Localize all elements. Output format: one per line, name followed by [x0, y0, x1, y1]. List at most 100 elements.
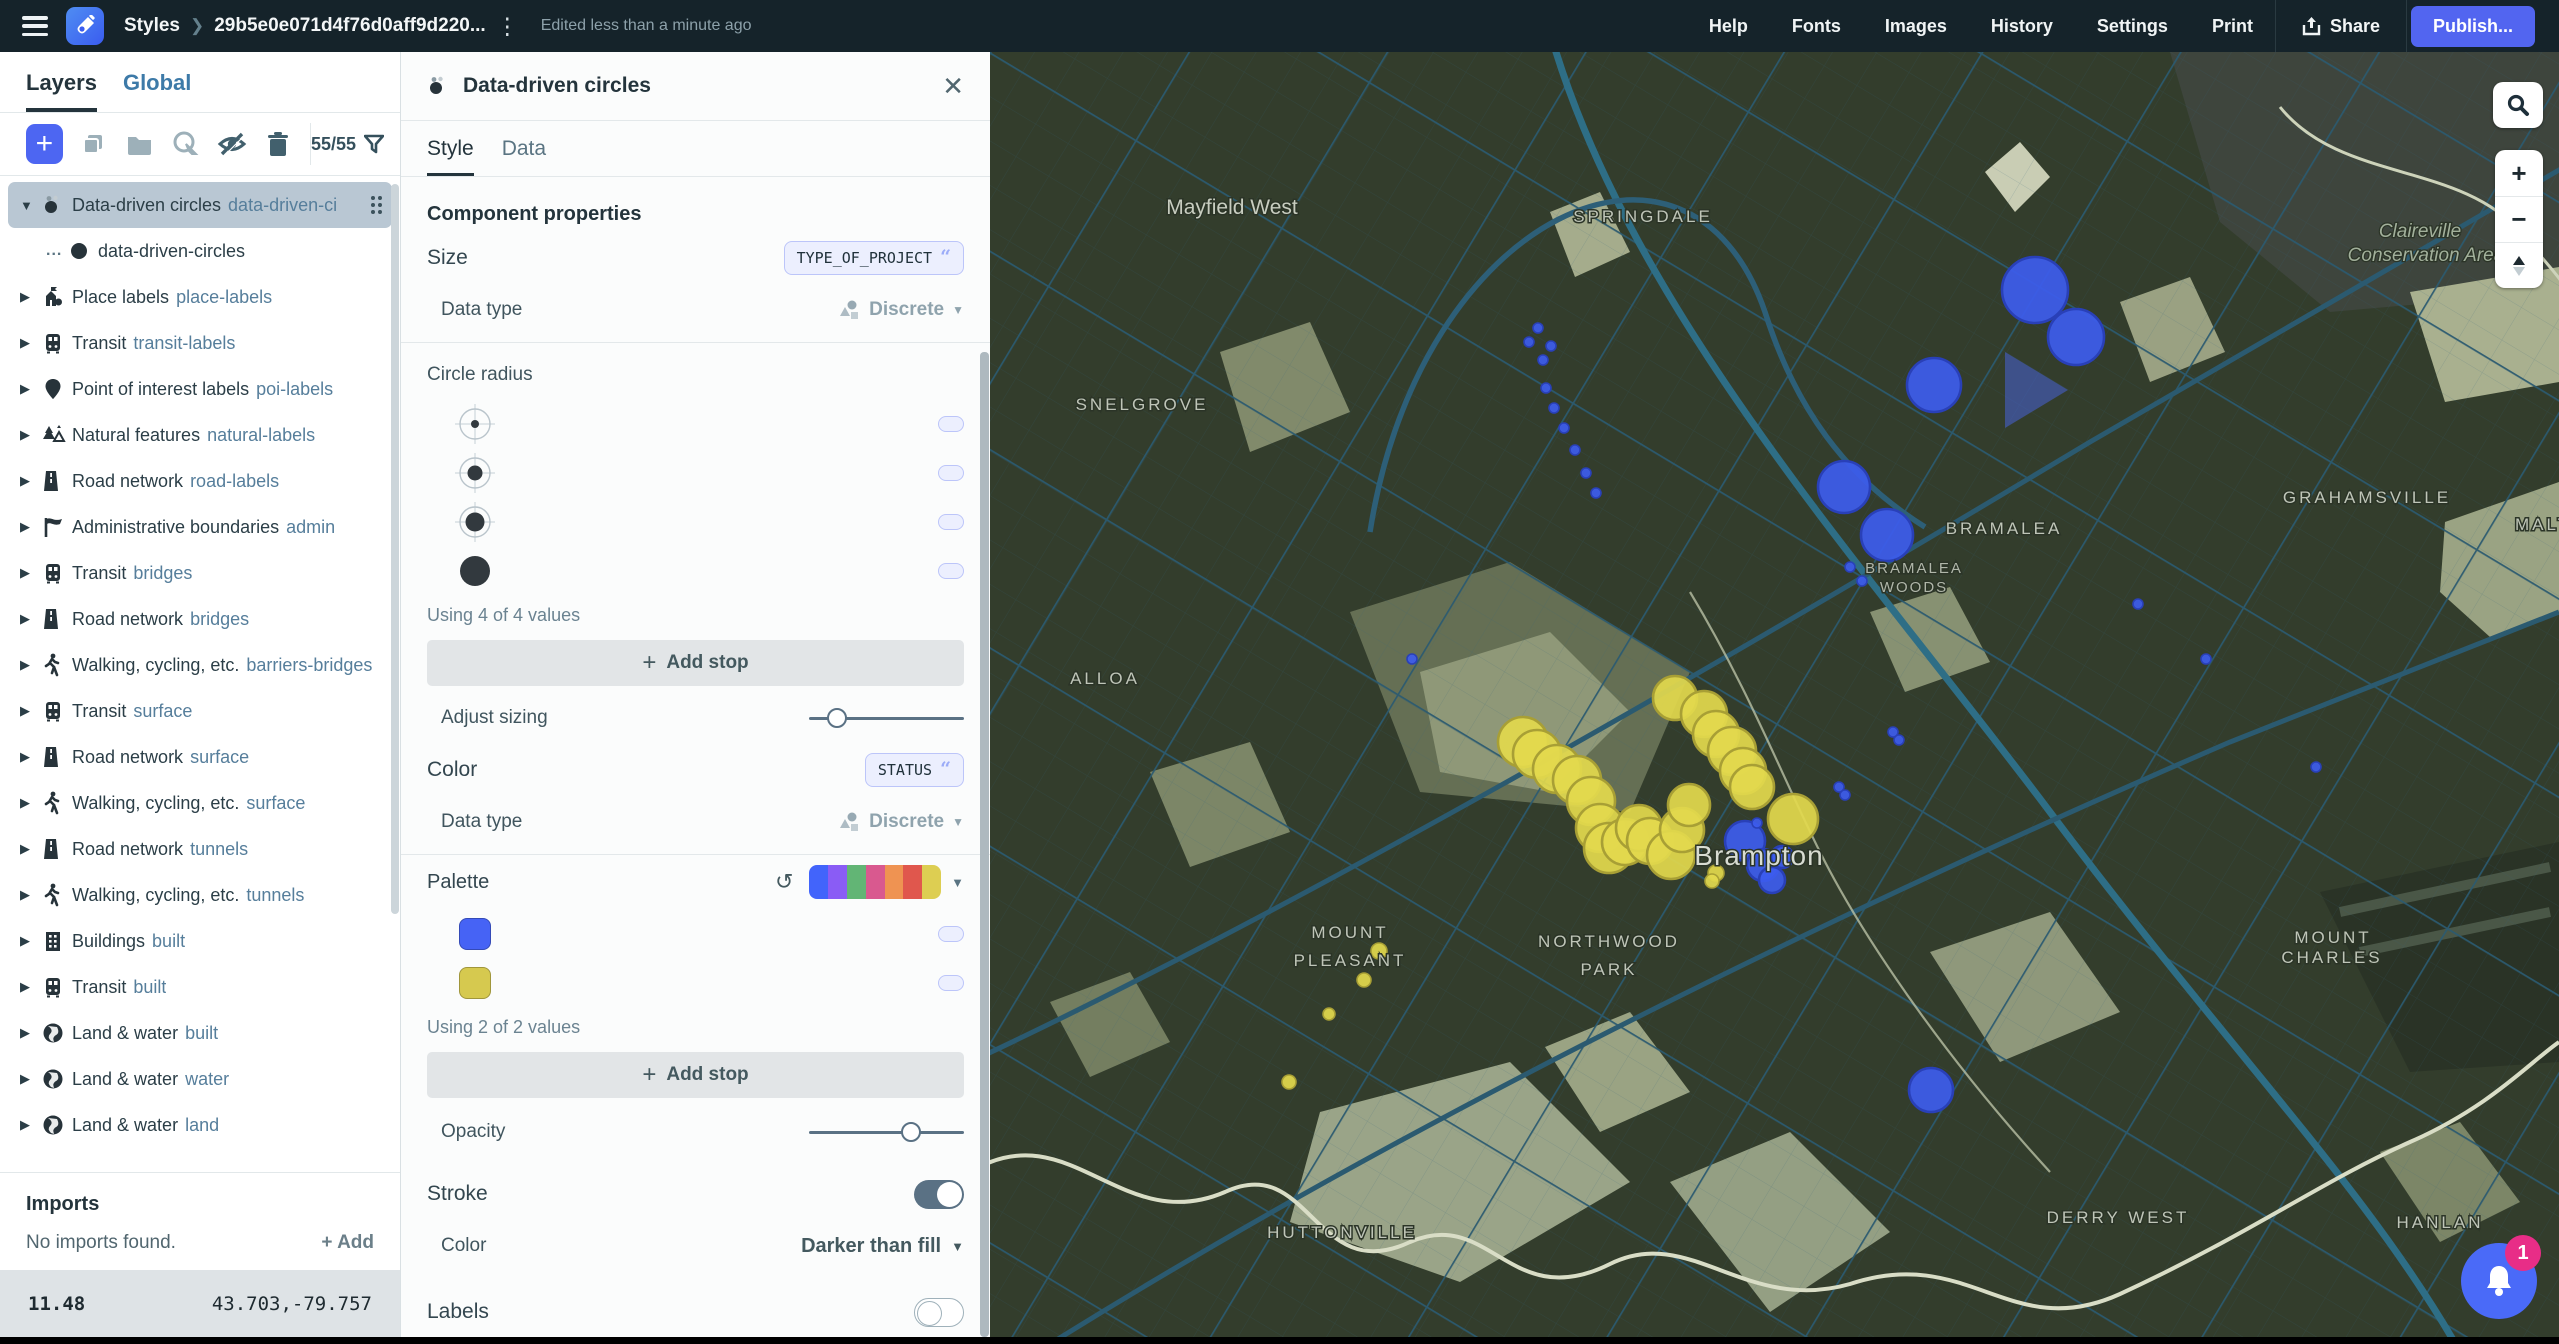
- nav-item-help[interactable]: Help: [1687, 16, 1770, 37]
- tab-layers[interactable]: Layers: [26, 70, 97, 112]
- palette-stop-value-chip[interactable]: [938, 975, 964, 991]
- radius-stop-value-chip[interactable]: [938, 465, 964, 481]
- caret-right-icon[interactable]: ▶: [20, 749, 42, 765]
- layer-row-place-labels[interactable]: ▶Place labelsplace-labels: [8, 274, 392, 320]
- map-search-button[interactable]: [2493, 82, 2543, 128]
- delete-layer-icon[interactable]: [263, 131, 294, 158]
- layer-row-tunnels[interactable]: ▶Road networktunnels: [8, 826, 392, 872]
- map-data-circle-archive[interactable]: [1705, 874, 1719, 888]
- layer-row-data-driven-circles[interactable]: ...data-driven-circles: [8, 228, 392, 274]
- compass-bearing-button[interactable]: [2495, 242, 2543, 288]
- layer-row-data-driven-ci[interactable]: ▼Data-driven circlesdata-driven-ci: [8, 182, 392, 228]
- hamburger-menu-icon[interactable]: [22, 16, 48, 36]
- radius-stop-value-chip[interactable]: [938, 514, 964, 530]
- caret-right-icon[interactable]: ▶: [20, 795, 42, 811]
- caret-right-icon[interactable]: ▶: [20, 887, 42, 903]
- nav-item-images[interactable]: Images: [1863, 16, 1969, 37]
- close-panel-icon[interactable]: ✕: [942, 73, 964, 99]
- caret-right-icon[interactable]: ▶: [20, 1025, 42, 1041]
- caret-down-icon[interactable]: ▼: [20, 198, 42, 213]
- layer-row-tunnels[interactable]: ▶Walking, cycling, etc.tunnels: [8, 872, 392, 918]
- map-data-circle-in-progress[interactable]: [1909, 1068, 1953, 1112]
- adjust-sizing-knob[interactable]: [827, 708, 847, 728]
- map-data-circle-in-progress[interactable]: [1845, 562, 1855, 572]
- add-radius-stop-button[interactable]: +Add stop: [427, 640, 964, 686]
- color-swatch[interactable]: [459, 967, 491, 999]
- layer-row-land[interactable]: ▶Land & waterland: [8, 1102, 392, 1148]
- caret-right-icon[interactable]: ▶: [20, 703, 42, 719]
- layer-row-built[interactable]: ▶Buildingsbuilt: [8, 918, 392, 964]
- map-data-circle-in-progress[interactable]: [1752, 818, 1762, 828]
- add-palette-stop-button[interactable]: +Add stop: [427, 1052, 964, 1098]
- map-data-circle-archive[interactable]: [1668, 784, 1710, 826]
- map-data-circle-in-progress[interactable]: [2002, 257, 2068, 323]
- breadcrumb-style-id[interactable]: 29b5e0e071d4f76d0aff9d220...: [214, 15, 485, 37]
- map-data-circle-in-progress[interactable]: [1591, 488, 1601, 498]
- size-data-type-select[interactable]: Discrete▼: [837, 298, 964, 322]
- palette-stop-value-chip[interactable]: [938, 926, 964, 942]
- tab-global[interactable]: Global: [123, 70, 191, 112]
- map-data-circle-in-progress[interactable]: [1538, 355, 1548, 365]
- layer-row-poi-labels[interactable]: ▶Point of interest labelspoi-labels: [8, 366, 392, 412]
- map-data-circle-in-progress[interactable]: [2201, 654, 2211, 664]
- layer-row-road-labels[interactable]: ▶Road networkroad-labels: [8, 458, 392, 504]
- radius-preview-icon[interactable]: [453, 402, 497, 446]
- map-data-circle-in-progress[interactable]: [1559, 423, 1569, 433]
- zoom-out-button[interactable]: −: [2495, 196, 2543, 242]
- caret-right-icon[interactable]: ▶: [20, 289, 42, 305]
- caret-right-icon[interactable]: ▶: [20, 519, 42, 535]
- stroke-color-select[interactable]: Darker than fill▼: [801, 1235, 964, 1258]
- caret-right-icon[interactable]: ▶: [20, 657, 42, 673]
- map-data-circle-in-progress[interactable]: [2311, 762, 2321, 772]
- group-folder-icon[interactable]: [124, 132, 155, 156]
- caret-right-icon[interactable]: ▶: [20, 427, 42, 443]
- drag-handle-icon[interactable]: [371, 196, 382, 214]
- palette-swatch-strip[interactable]: [809, 865, 941, 899]
- caret-right-icon[interactable]: ▶: [20, 565, 42, 581]
- caret-right-icon[interactable]: ▶: [20, 841, 42, 857]
- caret-right-icon[interactable]: ▶: [20, 381, 42, 397]
- palette-dropdown-icon[interactable]: ▼: [951, 875, 964, 890]
- imports-add-button[interactable]: + Add: [321, 1232, 374, 1254]
- map-data-circle-in-progress[interactable]: [1407, 654, 1417, 664]
- publish-button[interactable]: Publish...: [2411, 6, 2535, 47]
- map-data-circle-in-progress[interactable]: [1818, 461, 1870, 513]
- map-data-circle-in-progress[interactable]: [1840, 790, 1850, 800]
- map-canvas[interactable]: Mayfield WestSPRINGDALESNELGROVEClairevi…: [990, 52, 2559, 1337]
- caret-right-icon[interactable]: ▶: [20, 933, 42, 949]
- map-data-circle-in-progress[interactable]: [1861, 509, 1913, 561]
- labels-toggle[interactable]: [914, 1298, 964, 1327]
- map-data-circle-archive[interactable]: [1323, 1008, 1335, 1020]
- map-data-circle-archive[interactable]: [1357, 973, 1371, 987]
- notifications-bell-button[interactable]: 1: [2461, 1243, 2537, 1319]
- nav-item-history[interactable]: History: [1969, 16, 2075, 37]
- nav-item-fonts[interactable]: Fonts: [1770, 16, 1863, 37]
- layer-filter[interactable]: 55/55: [311, 134, 384, 155]
- adjust-sizing-slider[interactable]: [809, 708, 964, 728]
- layer-row-transit-labels[interactable]: ▶Transittransit-labels: [8, 320, 392, 366]
- zoom-in-button[interactable]: +: [2495, 150, 2543, 196]
- layer-row-bridges[interactable]: ▶Road networkbridges: [8, 596, 392, 642]
- radius-stop-value-chip[interactable]: [938, 563, 964, 579]
- caret-right-icon[interactable]: ▶: [20, 611, 42, 627]
- layer-row-surface[interactable]: ▶Road networksurface: [8, 734, 392, 780]
- radius-stop-value-chip[interactable]: [938, 416, 964, 432]
- layer-row-bridges[interactable]: ▶Transitbridges: [8, 550, 392, 596]
- palette-shuffle-icon[interactable]: ↻: [775, 869, 793, 895]
- layer-row-built[interactable]: ▶Transitbuilt: [8, 964, 392, 1010]
- tab-style[interactable]: Style: [427, 137, 474, 176]
- map-data-circle-archive[interactable]: [1282, 1075, 1296, 1089]
- map-data-circle-in-progress[interactable]: [1581, 468, 1591, 478]
- style-kebab-menu-icon[interactable]: ⋮: [496, 15, 519, 38]
- layer-row-barriers-bridges[interactable]: ▶Walking, cycling, etc.barriers-bridges: [8, 642, 392, 688]
- radius-preview-icon[interactable]: [453, 500, 497, 544]
- map-data-circle-archive[interactable]: [1730, 765, 1774, 809]
- panel-scrollbar[interactable]: [980, 352, 989, 1337]
- size-field-chip[interactable]: TYPE_OF_PROJECT“: [784, 241, 964, 275]
- color-data-type-select[interactable]: Discrete▼: [837, 810, 964, 834]
- map-data-circle-archive[interactable]: [1768, 794, 1818, 844]
- map-data-circle-in-progress[interactable]: [2048, 309, 2104, 365]
- layer-row-built[interactable]: ▶Land & waterbuilt: [8, 1010, 392, 1056]
- color-field-chip[interactable]: STATUS“: [865, 753, 964, 787]
- layer-row-admin[interactable]: ▶Administrative boundariesadmin: [8, 504, 392, 550]
